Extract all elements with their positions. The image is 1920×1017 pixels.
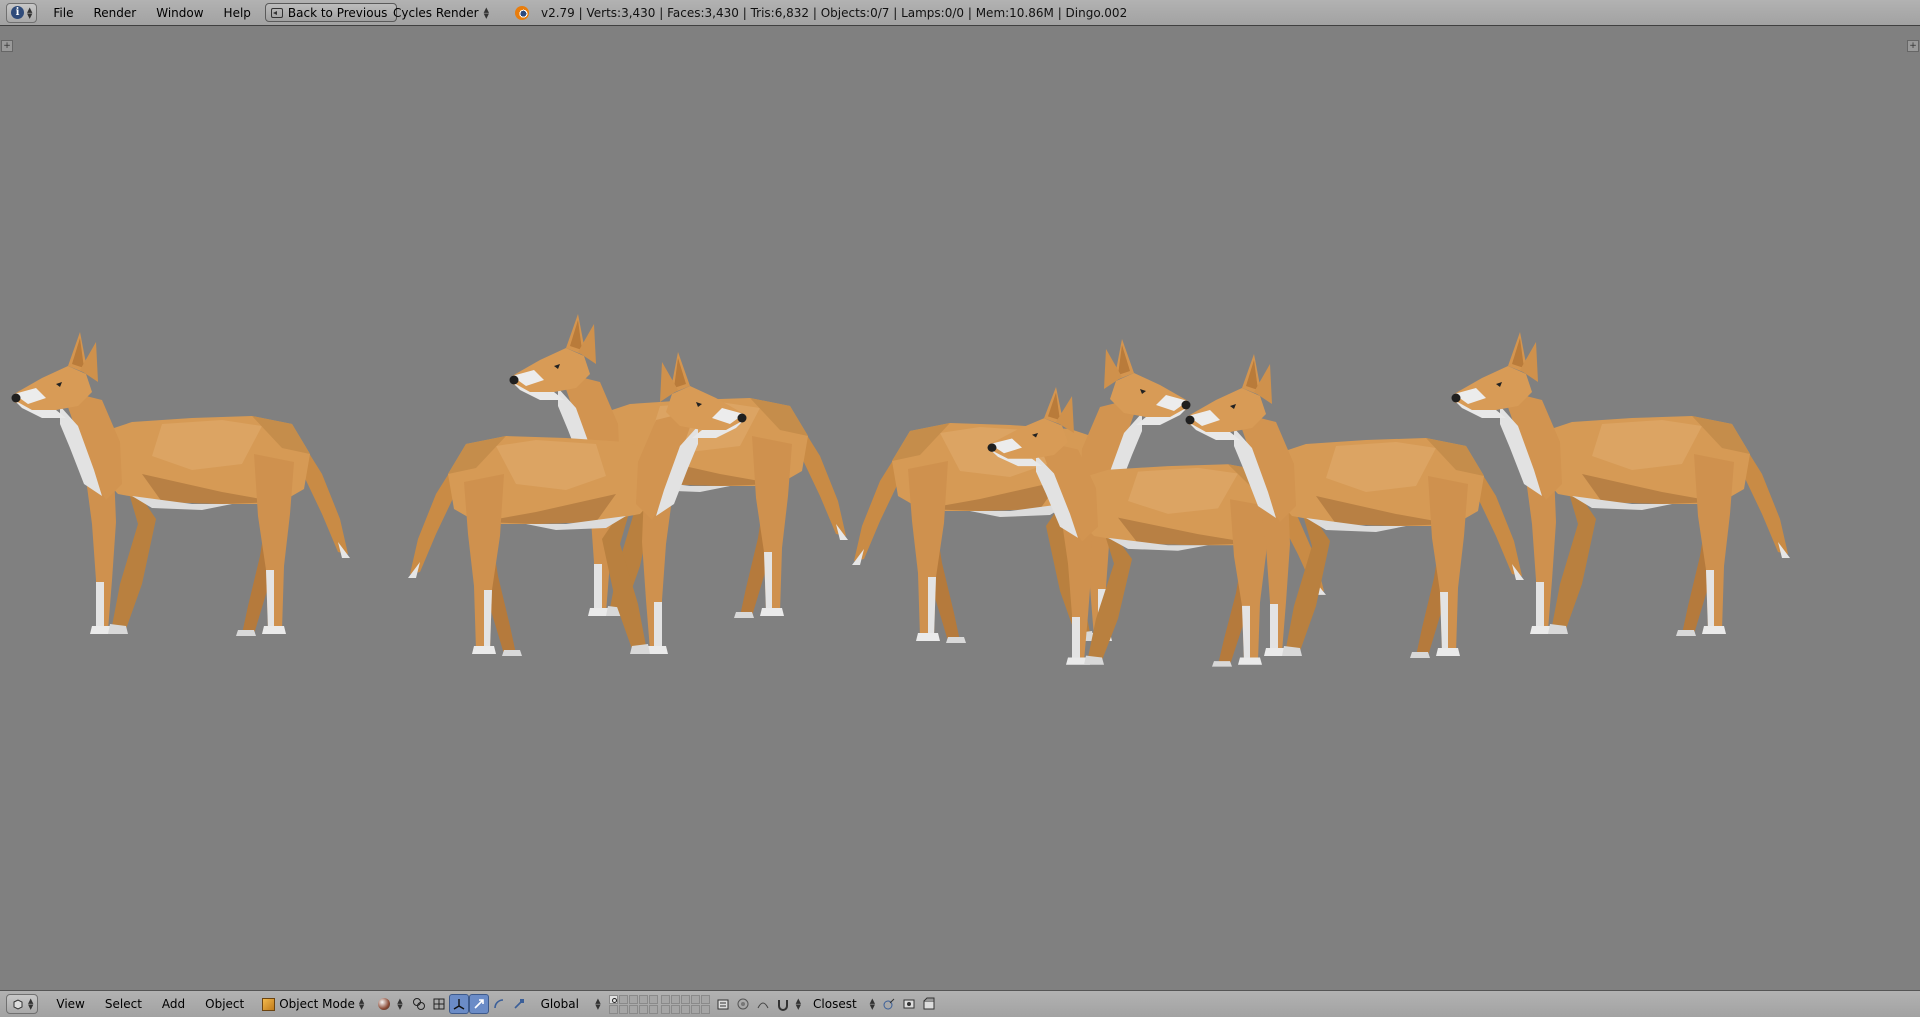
editor-type-selector[interactable]: i ▲ ▼ [6, 2, 38, 23]
dropdown-arrows-icon: ▲ ▼ [869, 997, 876, 1011]
viewport-shading-icon[interactable] [374, 994, 394, 1014]
menu-file[interactable]: File [43, 0, 83, 26]
3d-view-menu: View Select Add Object [46, 991, 254, 1017]
menu-add[interactable]: Add [152, 991, 195, 1017]
layer-6[interactable] [660, 994, 670, 1004]
render-engine-select[interactable]: Cycles Render ▲ ▼ [385, 3, 495, 23]
proportional-edit-icon[interactable] [733, 994, 753, 1014]
back-to-previous-label: Back to Previous [287, 5, 388, 20]
interaction-mode-select[interactable]: Object Mode ▲ ▼ [258, 994, 368, 1014]
layer-4[interactable] [638, 994, 648, 1004]
back-arrow-icon [270, 7, 283, 18]
layer-17[interactable] [670, 1004, 680, 1014]
3d-viewport[interactable]: + + [0, 26, 1920, 990]
menu-render[interactable]: Render [83, 0, 146, 26]
dingo-scene [11, 314, 1791, 667]
align-rotation-icon[interactable] [879, 994, 899, 1014]
transform-orientation-select[interactable]: Global ▲ ▼ [537, 994, 605, 1014]
lock-layer-icon[interactable] [713, 994, 733, 1014]
back-to-previous-button[interactable]: Back to Previous [264, 3, 398, 22]
layer-3[interactable] [628, 994, 638, 1004]
layer-13[interactable] [628, 1004, 638, 1014]
updown-arrows-icon: ▲ ▼ [28, 997, 34, 1011]
layer-1[interactable] [608, 994, 618, 1004]
info-menu: File Render Window Help [43, 0, 261, 26]
3d-view-icon [11, 997, 25, 1011]
layer-16[interactable] [660, 1004, 670, 1014]
rotate-icon[interactable] [489, 994, 509, 1014]
render-animation-icon[interactable] [919, 994, 939, 1014]
layer-group-1[interactable] [608, 994, 658, 1014]
move-arrow-icon[interactable] [468, 994, 489, 1014]
layer-5[interactable] [648, 994, 658, 1004]
menu-help[interactable]: Help [214, 0, 261, 26]
layer-12[interactable] [618, 1004, 628, 1014]
dingo-7[interactable] [1451, 332, 1791, 636]
dropdown-arrows-icon: ▲ ▼ [795, 997, 802, 1011]
layer-15[interactable] [648, 1004, 658, 1014]
pivot-icon[interactable] [409, 994, 429, 1014]
3d-view-header: ▲ ▼ View Select Add Object Object Mode ▲ ▼… [0, 990, 1920, 1017]
layer-10[interactable] [700, 994, 710, 1004]
layer-14[interactable] [638, 1004, 648, 1014]
info-header: i ▲ ▼ File Render Window Help Back to Pre… [0, 0, 1920, 26]
interaction-mode-label: Object Mode [279, 997, 355, 1011]
layer-19[interactable] [690, 1004, 700, 1014]
dropdown-arrows-icon: ▲ ▼ [483, 6, 489, 20]
layer-11[interactable] [608, 1004, 618, 1014]
updown-arrows-icon: ▲ ▼ [27, 5, 33, 20]
dingo-1[interactable] [11, 332, 351, 636]
scene-layers[interactable] [608, 994, 713, 1014]
layer-group-2[interactable] [660, 994, 710, 1014]
dropdown-arrows-icon: ▲ ▼ [358, 997, 365, 1011]
snap-target-label: Closest [813, 997, 857, 1011]
dropdown-arrows-icon: ▲ ▼ [595, 997, 601, 1011]
snap-icon[interactable] [773, 994, 793, 1014]
info-icon: i [11, 6, 24, 19]
dropdown-arrows-icon: ▲ ▼ [397, 997, 403, 1011]
menu-view[interactable]: View [46, 991, 94, 1017]
layer-9[interactable] [690, 994, 700, 1004]
editor-type-selector-3d[interactable]: ▲ ▼ [6, 994, 39, 1014]
object-mode-icon [262, 997, 276, 1011]
snap-target-select[interactable]: Closest ▲ ▼ [809, 994, 879, 1014]
layer-2[interactable] [618, 994, 628, 1004]
transform-orientation-label: Global [540, 997, 579, 1011]
opengl-render-icon[interactable] [899, 994, 919, 1014]
layer-18[interactable] [680, 1004, 690, 1014]
translate-icon[interactable] [448, 994, 469, 1014]
scene-stats: v2.79 | Verts:3,430 | Faces:3,430 | Tris… [541, 6, 1128, 20]
menu-select[interactable]: Select [95, 991, 152, 1017]
falloff-icon[interactable] [753, 994, 773, 1014]
manipulator-icon[interactable] [429, 994, 449, 1014]
scale-icon[interactable] [509, 994, 529, 1014]
menu-window[interactable]: Window [146, 0, 213, 26]
layer-8[interactable] [680, 994, 690, 1004]
render-engine-label: Cycles Render [393, 6, 479, 20]
blender-logo-icon [515, 6, 529, 20]
layer-20[interactable] [700, 1004, 710, 1014]
menu-object[interactable]: Object [195, 991, 254, 1017]
layer-7[interactable] [670, 994, 680, 1004]
